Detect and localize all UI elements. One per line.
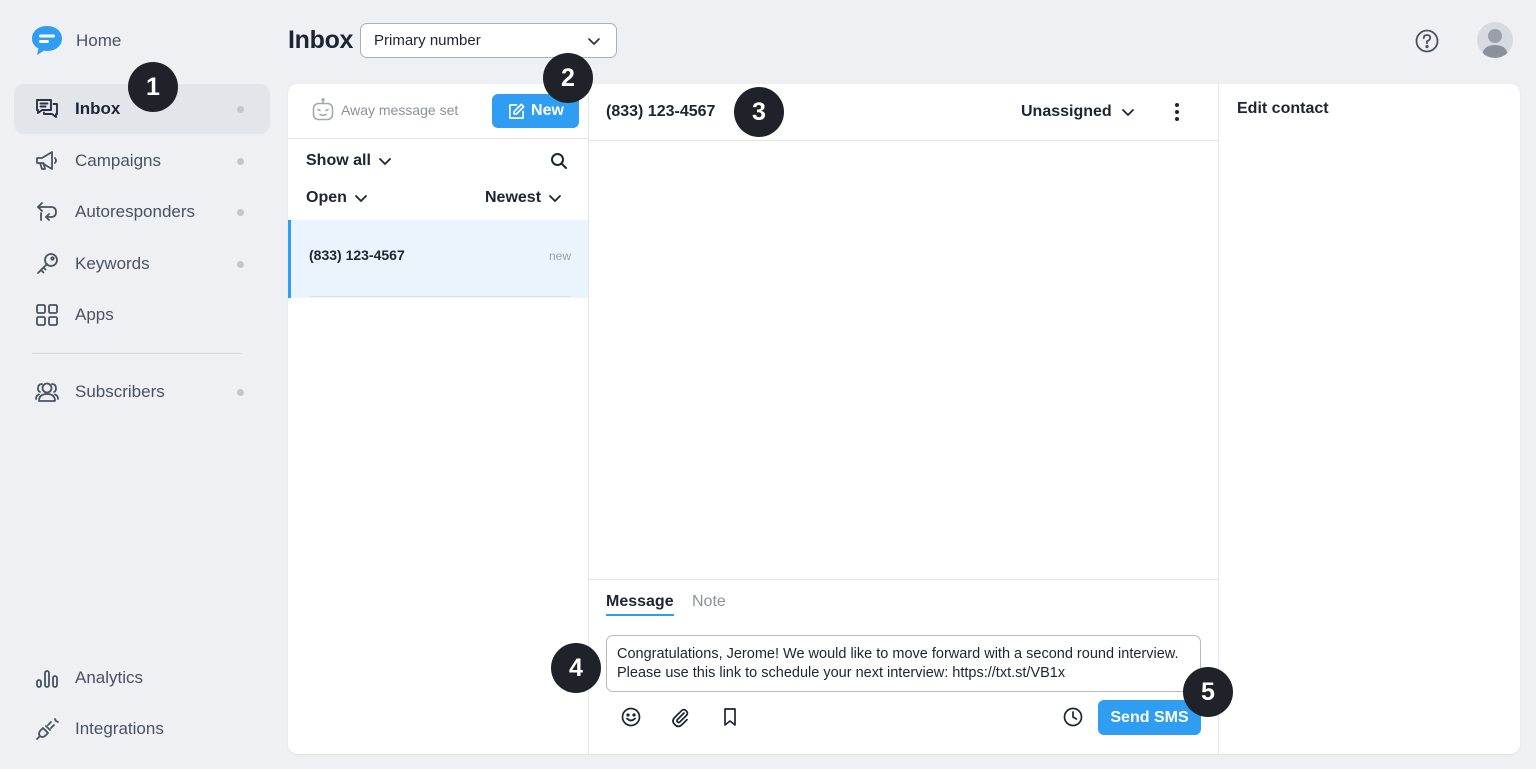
- new-message-button-label: New: [531, 102, 564, 119]
- user-avatar-icon: [1482, 29, 1508, 58]
- attachment-icon[interactable]: [669, 706, 691, 728]
- sort-label: Newest: [485, 189, 542, 206]
- sidebar-item-keywords[interactable]: Keywords: [14, 239, 270, 289]
- show-filter-dropdown[interactable]: Show all: [306, 152, 392, 170]
- conversation-divider: [310, 296, 571, 297]
- chevron-down-icon: [379, 158, 391, 165]
- message-input[interactable]: Congratulations, Jerome! We would like t…: [606, 635, 1201, 692]
- robot-icon: [312, 98, 334, 121]
- chevron-down-icon: [1121, 109, 1134, 116]
- conversation-pane: (833) 123-4567 Unassigned Message Note C…: [589, 84, 1219, 754]
- sidebar-divider: [32, 353, 241, 354]
- status-dot: [237, 208, 244, 216]
- home-link[interactable]: Home: [30, 24, 121, 58]
- sidebar-item-integrations[interactable]: Integrations: [14, 704, 270, 754]
- sidebar-item-campaigns[interactable]: Campaigns: [14, 136, 270, 186]
- step-marker-5: 5: [1183, 667, 1233, 717]
- search-icon[interactable]: [550, 152, 568, 170]
- bar-chart-icon: [34, 665, 60, 691]
- bookmark-icon[interactable]: [719, 706, 741, 728]
- step-marker-4: 4: [551, 643, 601, 693]
- chevron-down-icon: [549, 195, 561, 202]
- app-logo-icon: [32, 26, 62, 55]
- more-options-icon[interactable]: [1166, 100, 1188, 124]
- sort-dropdown[interactable]: Newest: [485, 189, 562, 207]
- step-marker-1: 1: [128, 62, 178, 112]
- page-title: Inbox: [288, 26, 354, 54]
- chat-bubbles-icon: [34, 96, 60, 122]
- conversation-new-badge: new: [548, 249, 571, 263]
- sidebar: Home Inbox Campaigns Autoresponders Keyw…: [0, 0, 285, 769]
- contact-pane: Edit contact: [1219, 84, 1520, 754]
- step-marker-3: 3: [734, 87, 784, 137]
- away-message-label: Away message set: [341, 102, 459, 118]
- megaphone-icon: [34, 148, 60, 174]
- step-marker-2: 2: [543, 53, 593, 103]
- sidebar-item-label: Inbox: [75, 99, 121, 118]
- status-filter-dropdown[interactable]: Open: [306, 189, 368, 207]
- conversation-title: (833) 123-4567: [606, 103, 716, 120]
- status-dot: [237, 388, 244, 396]
- status-dot: [237, 157, 244, 165]
- user-avatar[interactable]: [1477, 22, 1513, 58]
- status-dot: [237, 260, 244, 268]
- message-composer: Message Note Congratulations, Jerome! We…: [589, 579, 1219, 754]
- assignee-label: Unassigned: [1021, 103, 1112, 120]
- conversation-list-header: Away message set New: [288, 84, 588, 139]
- help-icon[interactable]: [1414, 28, 1440, 54]
- chevron-down-icon: [354, 195, 367, 202]
- status-filter-label: Open: [306, 189, 347, 206]
- users-icon: [34, 379, 60, 405]
- compose-icon: [509, 103, 525, 119]
- sidebar-item-label: Keywords: [75, 254, 150, 273]
- sidebar-item-label: Autoresponders: [75, 202, 196, 221]
- schedule-clock-icon[interactable]: [1062, 706, 1084, 728]
- conversation-header: (833) 123-4567 Unassigned: [589, 84, 1219, 141]
- sidebar-item-label: Subscribers: [75, 382, 165, 401]
- edit-contact-link[interactable]: Edit contact: [1237, 100, 1329, 118]
- sidebar-item-label: Campaigns: [75, 151, 161, 170]
- tab-message[interactable]: Message: [606, 593, 674, 616]
- sidebar-item-label: Analytics: [75, 668, 144, 687]
- sidebar-item-apps[interactable]: Apps: [14, 290, 270, 340]
- assignee-dropdown[interactable]: Unassigned: [1021, 103, 1135, 121]
- sidebar-item-label: Apps: [75, 305, 114, 324]
- autoreply-arrows-icon: [34, 199, 60, 225]
- apps-grid-icon: [34, 302, 60, 328]
- sidebar-item-subscribers[interactable]: Subscribers: [14, 367, 270, 417]
- chevron-down-icon: [588, 38, 600, 45]
- inbox-panel: Away message set New Show all Open Newes…: [288, 84, 1520, 754]
- show-filter-label: Show all: [306, 152, 371, 169]
- key-icon: [34, 251, 60, 277]
- conversation-phone-number: (833) 123-4567: [309, 247, 405, 263]
- phone-number-select-value: Primary number: [374, 32, 481, 49]
- home-label: Home: [76, 31, 122, 50]
- status-dot: [237, 105, 244, 113]
- conversation-list-pane: Away message set New Show all Open Newes…: [288, 84, 589, 754]
- emoji-icon[interactable]: [620, 706, 642, 728]
- sidebar-item-autoresponders[interactable]: Autoresponders: [14, 187, 270, 237]
- app-window: Home Inbox Campaigns Autoresponders Keyw…: [0, 0, 1536, 769]
- plug-icon: [34, 716, 60, 742]
- conversation-list-item[interactable]: (833) 123-4567 new: [288, 220, 588, 298]
- sidebar-item-label: Integrations: [75, 719, 164, 738]
- phone-number-select[interactable]: Primary number: [360, 23, 617, 58]
- send-sms-button[interactable]: Send SMS: [1098, 700, 1201, 735]
- sidebar-item-analytics[interactable]: Analytics: [14, 653, 270, 703]
- tab-note[interactable]: Note: [692, 593, 726, 611]
- away-message-toggle[interactable]: Away message set: [310, 97, 458, 123]
